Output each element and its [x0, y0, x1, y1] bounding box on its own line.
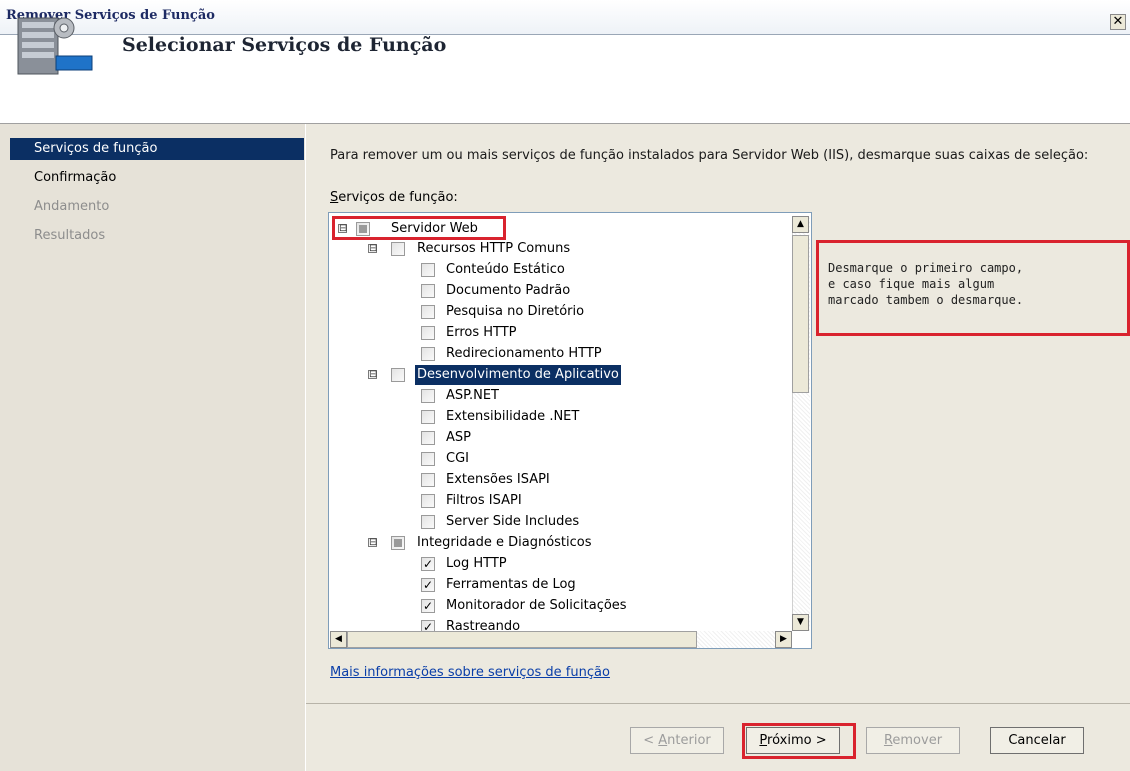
tree-item-label[interactable]: Extensibilidade .NET [444, 407, 581, 427]
role-services-label: Serviços de função: [330, 190, 458, 205]
tree-item-label[interactable]: Redirecionamento HTTP [444, 344, 604, 364]
tree-item-label[interactable]: Documento Padrão [444, 281, 572, 301]
check-icon[interactable]: ✓ [421, 599, 435, 613]
label-text: erviços de função: [338, 190, 458, 205]
tree-checkbox[interactable] [421, 452, 435, 466]
button-label: emover [892, 733, 943, 748]
instructions-text: Para remover um ou mais serviços de funç… [330, 148, 1089, 163]
check-icon[interactable]: ✓ [421, 557, 435, 571]
button-prefix: < [643, 733, 659, 748]
tree-item-label[interactable]: Server Side Includes [444, 512, 581, 532]
tree-checkbox[interactable] [421, 305, 435, 319]
vertical-scroll-thumb[interactable] [792, 235, 809, 393]
tree-item-label[interactable]: CGI [444, 449, 471, 469]
tree-checkbox[interactable] [421, 347, 435, 361]
server-icon [17, 17, 93, 75]
horizontal-scroll-thumb[interactable] [347, 631, 697, 648]
close-button[interactable]: ✕ [1110, 14, 1126, 30]
tree-checkbox[interactable] [421, 431, 435, 445]
tree-item-label[interactable]: ASP.NET [444, 386, 501, 406]
tree-checkbox[interactable] [421, 284, 435, 298]
collapse-icon[interactable]: ⊟ [368, 370, 377, 380]
tree-item-label[interactable]: Recursos HTTP Comuns [415, 239, 572, 259]
tree-item-label[interactable]: Extensões ISAPI [444, 470, 552, 490]
tree-item-label[interactable]: Log HTTP [444, 554, 509, 574]
scroll-down-icon[interactable]: ▼ [792, 614, 809, 631]
footer-divider [306, 703, 1130, 704]
remove-button[interactable]: Remover [866, 727, 960, 754]
tree-item-label[interactable]: Filtros ISAPI [444, 491, 524, 511]
tree-item-label[interactable]: ASP [444, 428, 473, 448]
wizard-sidebar [0, 124, 305, 771]
highlight-box-next-button [742, 723, 856, 759]
tree-item-label[interactable]: Erros HTTP [444, 323, 519, 343]
sidebar-item-confirmation[interactable]: Confirmação [34, 170, 116, 185]
tree-item-label[interactable]: Integridade e Diagnósticos [415, 533, 594, 553]
tree-checkbox[interactable] [421, 494, 435, 508]
highlight-box-servidor-web [332, 216, 506, 240]
tree-item-label[interactable]: Pesquisa no Diretório [444, 302, 586, 322]
accelerator-key: A [658, 733, 668, 748]
previous-button[interactable]: < Anterior [630, 727, 724, 754]
tree-checkbox[interactable] [421, 473, 435, 487]
collapse-icon[interactable]: ⊟ [368, 244, 377, 254]
page-title: Selecionar Serviços de Função [122, 34, 447, 56]
annotation-text: Desmarque o primeiro campo, e caso fique… [828, 261, 1024, 307]
tree-item-label[interactable]: Monitorador de Solicitações [444, 596, 629, 616]
sidebar-item-progress: Andamento [34, 199, 110, 214]
button-label: nterior [667, 733, 711, 748]
tree-checkbox[interactable] [421, 263, 435, 277]
scroll-up-icon[interactable]: ▲ [792, 216, 809, 233]
tree-checkbox[interactable] [391, 242, 405, 256]
sidebar-item-results: Resultados [34, 228, 106, 243]
check-icon[interactable]: ✓ [421, 578, 435, 592]
scroll-left-icon[interactable]: ◀ [330, 631, 347, 648]
tree-checkbox[interactable] [391, 536, 405, 550]
tree-checkbox[interactable] [421, 515, 435, 529]
tree-item-label[interactable]: Ferramentas de Log [444, 575, 578, 595]
sidebar-item-role-services[interactable]: Serviços de função [34, 141, 157, 156]
tree-checkbox[interactable] [421, 389, 435, 403]
cancel-button[interactable]: Cancelar [990, 727, 1084, 754]
collapse-icon[interactable]: ⊟ [368, 538, 377, 548]
tree-checkbox[interactable] [421, 326, 435, 340]
more-info-link[interactable]: Mais informações sobre serviços de funçã… [330, 665, 610, 680]
tree-item-label-selected[interactable]: Desenvolvimento de Aplicativo [415, 365, 621, 385]
tree-item-label[interactable]: Conteúdo Estático [444, 260, 567, 280]
role-services-tree[interactable]: ⊟ Servidor Web ⊟ Recursos HTTP Comuns Co… [328, 212, 812, 649]
tree-checkbox[interactable] [391, 368, 405, 382]
scroll-right-icon[interactable]: ▶ [775, 631, 792, 648]
tree-checkbox[interactable] [421, 410, 435, 424]
